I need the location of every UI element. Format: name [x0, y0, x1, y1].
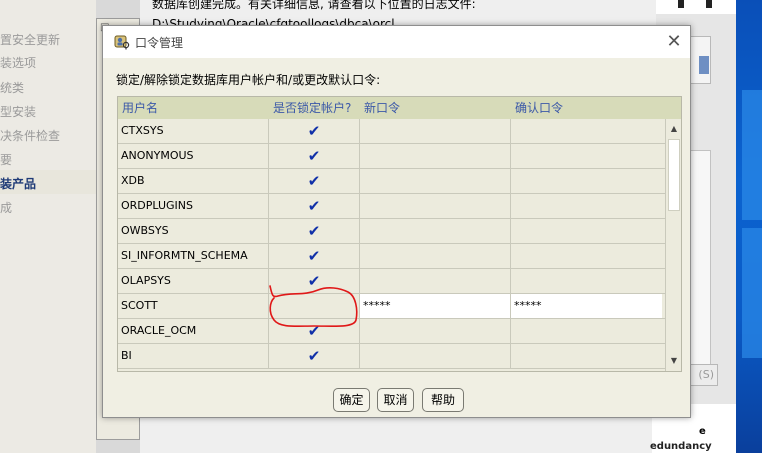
table-row[interactable]: SCOTT ***** *****: [118, 294, 665, 319]
checkmark-icon: ✔: [307, 197, 321, 215]
scroll-up-icon[interactable]: ▲: [668, 123, 680, 135]
table-row[interactable]: ORACLE_OCM ✔: [118, 319, 665, 344]
confirm-password-field[interactable]: [511, 144, 662, 168]
cancel-button[interactable]: 取消: [377, 388, 414, 412]
close-icon[interactable]: ✕: [663, 31, 685, 53]
username-cell: ORDPLUGINS: [118, 194, 269, 218]
table-row[interactable]: ORDPLUGINS ✔: [118, 194, 665, 219]
logo-caption: edundancy: [650, 441, 712, 452]
checkmark-icon: ✔: [307, 247, 321, 265]
new-password-field[interactable]: [360, 319, 511, 343]
dialog-instruction: 锁定/解除锁定数据库用户帐户和/或更改默认口令:: [116, 73, 381, 87]
db-creation-message-line1: 数据库创建完成。有关详细信息, 请查看以下位置的日志文件:: [152, 0, 476, 11]
background-window-control: [706, 0, 712, 8]
step-item: 决条件检查: [0, 129, 61, 143]
confirm-password-field[interactable]: [511, 244, 662, 268]
column-header-locked[interactable]: 是否锁定帐户?: [269, 97, 351, 119]
logo-text-fragment: e: [699, 426, 706, 437]
checkmark-icon: ✔: [307, 147, 321, 165]
step-item: 成: [0, 201, 13, 215]
username-cell: ORACLE_OCM: [118, 319, 269, 343]
confirm-password-field[interactable]: [511, 194, 662, 218]
table-row[interactable]: BI ✔: [118, 344, 665, 369]
username-cell: BI: [118, 344, 269, 368]
step-item: 装选项: [0, 56, 37, 70]
table-row[interactable]: OLAPSYS ✔: [118, 269, 665, 294]
confirm-password-field[interactable]: [511, 169, 662, 193]
confirm-password-field[interactable]: [511, 319, 662, 343]
lock-checkbox[interactable]: ✔: [269, 119, 360, 143]
lock-checkbox[interactable]: ✔: [269, 244, 360, 268]
background-topbar: [656, 0, 736, 14]
wallpaper-shape: [742, 90, 762, 220]
checkmark-icon: ✔: [307, 122, 321, 140]
column-header-username[interactable]: 用户名: [118, 97, 158, 119]
confirm-password-field[interactable]: *****: [511, 294, 662, 318]
username-cell: OLAPSYS: [118, 269, 269, 293]
lock-checkbox[interactable]: ✔: [269, 144, 360, 168]
column-header-confirm-password[interactable]: 确认口令: [511, 97, 563, 119]
username-cell: SI_INFORMTN_SCHEMA: [118, 244, 269, 268]
step-item: 要: [0, 153, 13, 167]
ok-button[interactable]: 确定: [333, 388, 370, 412]
table-scrollbar[interactable]: ▲ ▼: [665, 119, 681, 371]
username-cell: XDB: [118, 169, 269, 193]
background-button[interactable]: (S): [690, 364, 718, 386]
table-row[interactable]: ANONYMOUS ✔: [118, 144, 665, 169]
background-text-area: [689, 150, 711, 380]
account-table: 用户名 是否锁定帐户? 新口令 确认口令 CTXSYS ✔ ANONYMOUS ✔ XD…: [117, 96, 682, 372]
new-password-field[interactable]: [360, 194, 511, 218]
key-user-icon: [114, 35, 130, 50]
new-password-field[interactable]: [360, 219, 511, 243]
checkmark-icon: ✔: [307, 347, 321, 365]
table-row[interactable]: SI_INFORMTN_SCHEMA ✔: [118, 244, 665, 269]
confirm-password-field[interactable]: [511, 119, 662, 143]
red-annotation-scribble: [269, 285, 358, 328]
scroll-down-icon[interactable]: ▼: [668, 355, 680, 367]
step-item: 型安装: [0, 105, 37, 119]
help-button[interactable]: 帮助: [422, 388, 464, 412]
column-header-new-password[interactable]: 新口令: [360, 97, 400, 119]
table-row[interactable]: OWBSYS ✔: [118, 219, 665, 244]
password-management-dialog: 口令管理 ✕ 锁定/解除锁定数据库用户帐户和/或更改默认口令: 用户名 是否锁定…: [102, 25, 691, 418]
confirm-password-field[interactable]: [511, 269, 662, 293]
desktop-wallpaper: [736, 0, 762, 453]
lock-checkbox[interactable]: ✔: [269, 169, 360, 193]
new-password-field[interactable]: [360, 169, 511, 193]
username-cell: SCOTT: [118, 294, 269, 318]
installer-step-list: 置安全更新 装选项 统类 型安装 决条件检查 要 装产品 成: [0, 0, 96, 453]
new-password-field[interactable]: [360, 244, 511, 268]
table-header: 用户名 是否锁定帐户? 新口令 确认口令: [118, 97, 681, 119]
checkmark-icon: ✔: [307, 172, 321, 190]
confirm-password-field[interactable]: [511, 219, 662, 243]
step-item: 置安全更新: [0, 33, 61, 47]
username-cell: ANONYMOUS: [118, 144, 269, 168]
lock-checkbox[interactable]: ✔: [269, 219, 360, 243]
confirm-password-field[interactable]: [511, 344, 662, 368]
table-row[interactable]: XDB ✔: [118, 169, 665, 194]
table-row[interactable]: CTXSYS ✔: [118, 119, 665, 144]
username-cell: CTXSYS: [118, 119, 269, 143]
new-password-field[interactable]: *****: [360, 294, 511, 318]
new-password-field[interactable]: [360, 269, 511, 293]
wallpaper-shape: [742, 228, 762, 358]
background-list-selection: [699, 56, 709, 74]
dialog-title: 口令管理: [135, 36, 184, 50]
new-password-field[interactable]: [360, 119, 511, 143]
username-cell: OWBSYS: [118, 219, 269, 243]
lock-checkbox[interactable]: ✔: [269, 344, 360, 368]
step-item: 统类: [0, 81, 25, 95]
new-password-field[interactable]: [360, 344, 511, 368]
new-password-field[interactable]: [360, 144, 511, 168]
dialog-titlebar[interactable]: 口令管理 ✕: [103, 26, 690, 58]
lock-checkbox[interactable]: ✔: [269, 194, 360, 218]
scroll-thumb[interactable]: [668, 139, 680, 211]
background-window-control: [678, 0, 684, 8]
checkmark-icon: ✔: [307, 222, 321, 240]
step-item-active: 装产品: [0, 177, 37, 191]
